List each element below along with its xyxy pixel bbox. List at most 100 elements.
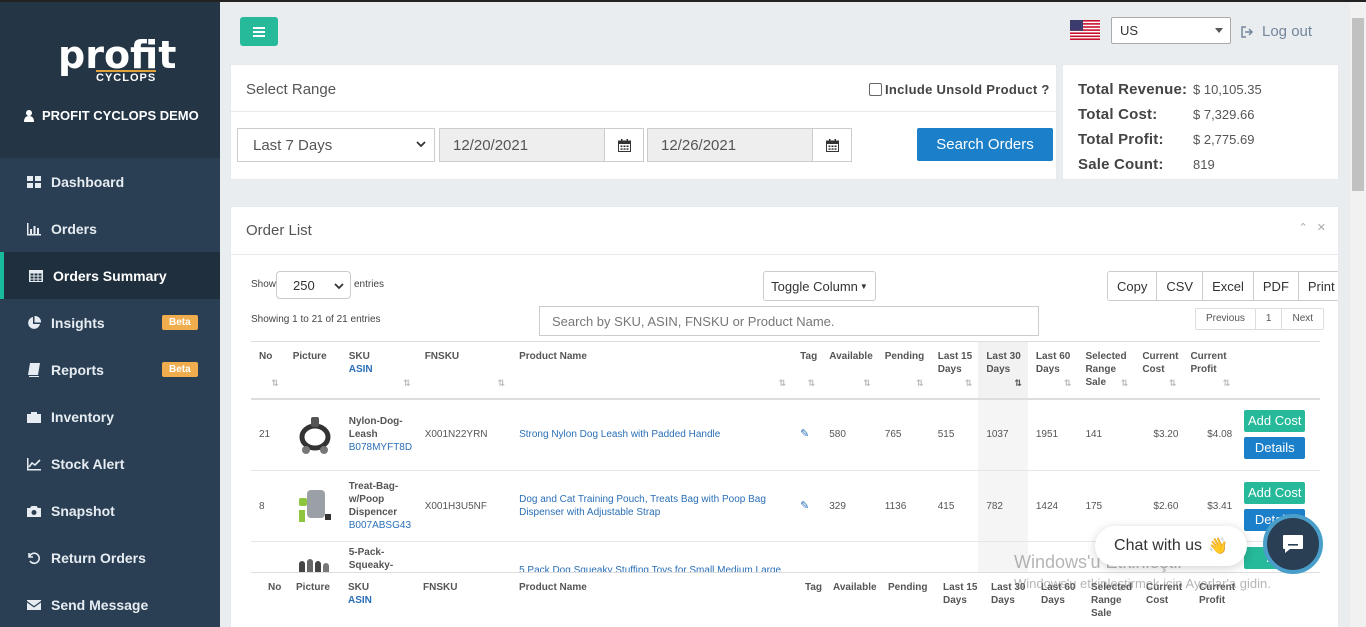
scrollbar-thumb[interactable] [1352, 18, 1364, 191]
row-product: Dog and Cat Training Pouch, Treats Bag w… [511, 470, 793, 542]
asin-link[interactable]: B007ABSG43 [349, 520, 411, 531]
previous-page-button[interactable]: Previous [1196, 309, 1256, 329]
sidebar-item-return-orders[interactable]: Return Orders [0, 534, 220, 581]
product-link[interactable]: Dog and Cat Training Pouch, Treats Bag w… [519, 494, 766, 518]
sort-icon: ⇅ [964, 377, 973, 388]
beta-badge: Beta [162, 315, 198, 330]
last-60-value: 1951 [1027, 398, 1078, 471]
col-last-60-days[interactable]: Last 60 Days ⇅ [1027, 341, 1078, 400]
sidebar-item-orders[interactable]: Orders [0, 205, 220, 252]
include-unsold-label: Include Unsold Product ? [885, 82, 1050, 97]
add-cost-button[interactable]: Add Cost [1244, 410, 1306, 433]
start-date-calendar-button[interactable] [604, 128, 644, 162]
csv-button[interactable]: CSV [1157, 272, 1204, 300]
chat-prompt-bubble[interactable]: Chat with us 👋 [1095, 526, 1247, 566]
sidebar-nav: Dashboard Orders Orders Summary Insights… [0, 158, 220, 627]
page-size-select[interactable]: 250 [276, 271, 351, 299]
sidebar-item-dashboard[interactable]: Dashboard [0, 158, 220, 205]
asin-link[interactable]: B078MYFT8D [349, 442, 412, 453]
brand-area: profit CYCLOPS PROFIT CYCLOPS DEMO [0, 0, 220, 158]
sidebar-item-label: Stock Alert [51, 455, 125, 472]
sort-icon: ⇅ [497, 377, 506, 388]
include-unsold-checkbox[interactable] [869, 83, 882, 96]
page-number-button[interactable]: 1 [1255, 309, 1283, 329]
row-product: Strong Nylon Dog Leash with Padded Handl… [511, 398, 793, 471]
logout-link[interactable]: Log out [1241, 23, 1312, 40]
col-product-name[interactable]: Product Name ⇅ [511, 341, 793, 400]
col-available[interactable]: Available ⇅ [821, 341, 877, 400]
collapse-icon[interactable]: ⌃ [1299, 221, 1308, 234]
edit-tag-icon[interactable]: ✎ [800, 428, 809, 440]
col-pending[interactable]: Pending ⇅ [876, 341, 930, 400]
user-profile[interactable]: PROFIT CYCLOPS DEMO [24, 108, 199, 123]
menu-toggle-button[interactable] [240, 17, 278, 46]
add-cost-button[interactable]: Add Cost [1244, 481, 1306, 504]
product-link[interactable]: Strong Nylon Dog Leash with Padded Handl… [519, 429, 720, 440]
row-picture [284, 398, 341, 471]
include-unsold-toggle[interactable]: Include Unsold Product ? [869, 82, 1050, 97]
sidebar-item-insights[interactable]: Insights Beta [0, 299, 220, 346]
order-search-input[interactable]: Search by SKU, ASIN, FNSKU or Product Na… [539, 306, 1039, 336]
edit-tag-icon[interactable]: ✎ [800, 500, 809, 512]
sku-value: 5-Pack-Squeaky- [348, 547, 394, 571]
sidebar-item-inventory[interactable]: Inventory [0, 393, 220, 440]
pdf-button[interactable]: PDF [1253, 272, 1299, 300]
copy-button[interactable]: Copy [1108, 272, 1158, 300]
col-selected-range-sale[interactable]: Selected Range Sale ⇅ [1077, 341, 1135, 400]
col-fnsku[interactable]: FNSKU ⇅ [416, 341, 512, 400]
calendar-icon [825, 138, 839, 152]
sidebar-item-reports[interactable]: Reports Beta [0, 346, 220, 393]
col-sku[interactable]: SKU ASIN ⇅ [340, 341, 417, 400]
col-tag[interactable]: Tag ⇅ [792, 341, 822, 400]
details-button[interactable]: Details [1244, 437, 1306, 460]
footer-col-fnsku: FNSKU [423, 582, 458, 593]
sidebar-item-orders-summary[interactable]: Orders Summary [0, 252, 220, 299]
product-image-leash[interactable] [293, 406, 337, 464]
last-15-value: 515 [929, 398, 979, 471]
country-select[interactable]: US [1111, 17, 1231, 44]
row-actions: Add Cost Details [1236, 398, 1320, 471]
range-preset-select[interactable]: Last 7 Days [237, 128, 435, 162]
sidebar-item-stock-alert[interactable]: Stock Alert [0, 440, 220, 487]
row-tag: ✎ [792, 470, 822, 542]
toggle-column-button[interactable]: Toggle Column ▼ [763, 271, 876, 301]
next-page-button[interactable]: Next [1282, 309, 1324, 329]
column-label: Picture [292, 351, 327, 362]
undo-icon [26, 551, 42, 565]
profit-cyclops-logo[interactable]: profit CYCLOPS [58, 36, 176, 86]
last-15-value: 415 [929, 470, 979, 542]
camera-icon [26, 504, 42, 518]
pagination: Previous 1 Next [1195, 308, 1325, 330]
col-current-cost[interactable]: Current Cost ⇅ [1134, 341, 1183, 400]
pending-value: 1136 [876, 470, 930, 542]
last-30-value: 1037 [978, 398, 1028, 471]
sidebar: profit CYCLOPS PROFIT CYCLOPS DEMO Dashb… [0, 0, 220, 627]
sidebar-item-label: Reports [51, 361, 104, 378]
row-no: 21 [251, 398, 285, 471]
start-date-input[interactable]: 12/20/2021 [439, 128, 605, 162]
col-no[interactable]: No ⇅ [251, 341, 285, 400]
col-current-profit[interactable]: Current Profit ⇅ [1182, 341, 1237, 400]
sidebar-item-snapshot[interactable]: Snapshot [0, 487, 220, 534]
page-scrollbar[interactable] [1350, 2, 1366, 627]
col-last-30-days[interactable]: Last 30 Days ⇅ [978, 341, 1028, 400]
us-flag-icon [1070, 20, 1100, 40]
print-button[interactable]: Print [1298, 272, 1338, 300]
end-date-input[interactable]: 12/26/2021 [647, 128, 813, 162]
sidebar-item-label: Snapshot [51, 502, 115, 519]
product-image-treat-bag[interactable] [293, 477, 337, 535]
col-last-15-days[interactable]: Last 15 Days ⇅ [929, 341, 979, 400]
sort-icon: ⇅ [863, 377, 871, 388]
available-value: 580 [821, 398, 877, 471]
search-orders-button[interactable]: Search Orders [917, 128, 1053, 161]
chat-launcher-button[interactable] [1263, 514, 1323, 574]
footer-col-sku-label: SKU [348, 582, 370, 593]
close-icon[interactable]: ✕ [1317, 221, 1326, 234]
end-date-value: 12/26/2021 [661, 137, 737, 154]
footer-col-last-15: Last 15 Days [943, 582, 978, 606]
sidebar-item-send-message[interactable]: Send Message [0, 581, 220, 627]
end-date-calendar-button[interactable] [812, 128, 852, 162]
panel-tools: ⌃ ✕ [1299, 221, 1326, 234]
excel-button[interactable]: Excel [1203, 272, 1254, 300]
panel-title: Select Range [246, 81, 337, 98]
